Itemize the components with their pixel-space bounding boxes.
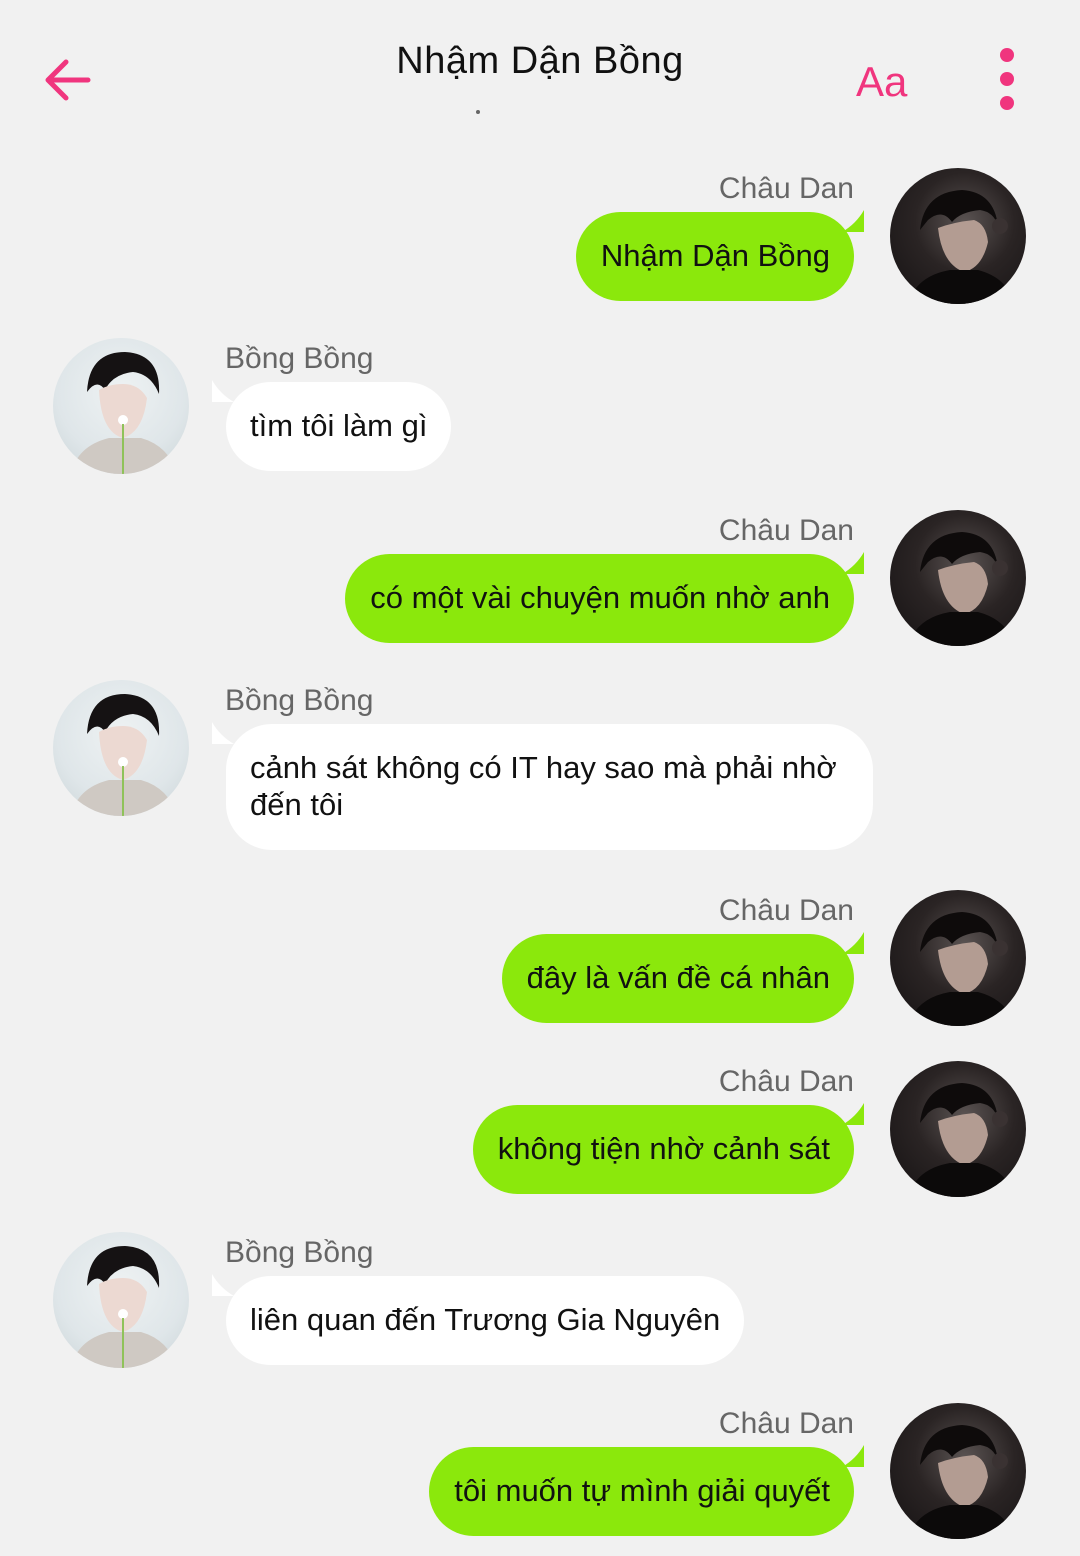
user-portrait-icon: [71, 694, 177, 816]
user-portrait-icon: [908, 1425, 1014, 1539]
message-bubble[interactable]: cảnh sát không có IT hay sao mà phải nhờ…: [226, 724, 873, 850]
bubble-tail: [842, 552, 864, 574]
message-bubble[interactable]: đây là vấn đề cá nhân: [501, 934, 854, 1023]
user-portrait-icon: [908, 190, 1014, 304]
user-portrait-icon: [908, 1083, 1014, 1197]
user-portrait-icon: [71, 352, 177, 474]
sender-name: Châu Dan: [718, 1065, 854, 1098]
avatar[interactable]: [890, 168, 1026, 304]
avatar[interactable]: [53, 1232, 189, 1368]
avatar[interactable]: [890, 1403, 1026, 1539]
bubble-tail: [212, 380, 234, 402]
sender-name: Châu Dan: [718, 172, 854, 205]
sender-name: Bồng Bồng: [225, 684, 374, 717]
message-bubble[interactable]: liên quan đến Trương Gia Nguyên: [226, 1276, 745, 1365]
bubble-tail: [842, 1445, 864, 1467]
bubble-tail: [842, 1103, 864, 1125]
sender-name: Châu Dan: [718, 894, 854, 927]
message-bubble[interactable]: có một vài chuyện muốn nhờ anh: [345, 554, 854, 643]
avatar[interactable]: [890, 510, 1026, 646]
sender-name: Châu Dan: [718, 514, 854, 547]
more-vertical-icon: [1000, 48, 1014, 62]
message-bubble[interactable]: Nhậm Dận Bồng: [575, 212, 854, 301]
avatar[interactable]: [890, 890, 1026, 1026]
bubble-tail: [842, 210, 864, 232]
sender-name: Bồng Bồng: [225, 342, 374, 375]
message-bubble[interactable]: không tiện nhờ cảnh sát: [472, 1105, 854, 1194]
user-portrait-icon: [71, 1246, 177, 1368]
bubble-tail: [842, 932, 864, 954]
avatar[interactable]: [890, 1061, 1026, 1197]
chat-header: Nhậm Dận Bồng Aa: [0, 0, 1080, 140]
avatar[interactable]: [53, 680, 189, 816]
sender-name: Châu Dan: [718, 1407, 854, 1440]
user-portrait-icon: [908, 912, 1014, 1026]
status-dot: [476, 110, 480, 114]
bubble-tail: [212, 1274, 234, 1296]
message-bubble[interactable]: tìm tôi làm gì: [226, 382, 452, 471]
message-bubble[interactable]: tôi muốn tự mình giải quyết: [429, 1447, 854, 1536]
bubble-tail: [212, 722, 234, 744]
font-size-button[interactable]: Aa: [856, 58, 907, 106]
chat-title: Nhậm Dận Bồng: [396, 40, 684, 82]
user-portrait-icon: [908, 532, 1014, 646]
sender-name: Bồng Bồng: [225, 1236, 374, 1269]
more-options-button[interactable]: [994, 48, 1022, 112]
avatar[interactable]: [53, 338, 189, 474]
